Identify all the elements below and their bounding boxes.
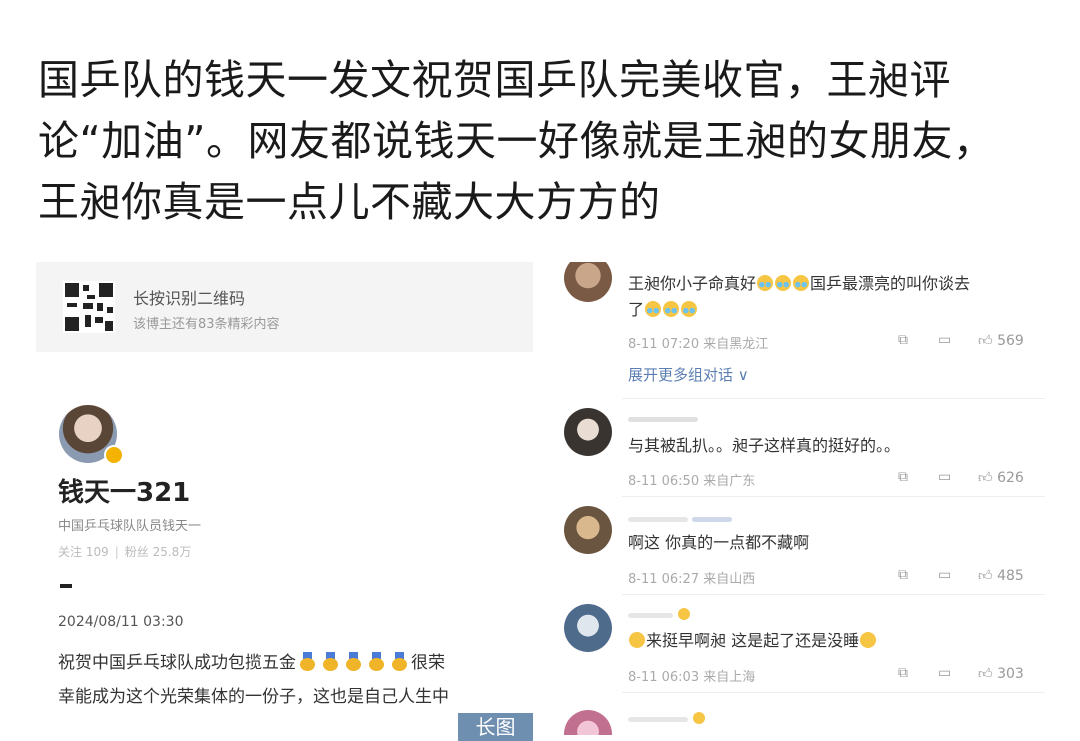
reply-icon[interactable]: ▭ — [938, 665, 951, 681]
laughing-emoji-icon — [860, 632, 877, 648]
user-bio: 中国乒乓球队队员钱天一 — [58, 519, 202, 534]
comment-text: 来挺早啊昶 这是起了还是没睡 — [628, 628, 1038, 654]
crying-emoji-icon — [793, 275, 810, 291]
gold-medal-icon — [369, 652, 384, 671]
post-text: 很荣 — [411, 653, 445, 673]
comment-meta: 8-11 06:27 来自山西 — [628, 572, 756, 587]
thumbs-up-icon: 👍︎ — [978, 666, 993, 682]
like-button[interactable]: 👍︎ 303 — [978, 665, 1024, 682]
comment-text: 王昶你小子命真好 国乒最漂亮的叫你谈去 了 — [628, 274, 971, 319]
like-button[interactable]: 👍︎ 485 — [978, 567, 1024, 584]
stats-divider: | — [114, 545, 119, 559]
qr-code-icon — [63, 281, 115, 333]
like-count: 485 — [997, 568, 1024, 584]
comments-screenshot: 王昶你小子命真好 国乒最漂亮的叫你谈去 了 8-11 07:20 来自黑龙江 ⧉ … — [560, 262, 1045, 735]
emoji-icon — [677, 608, 690, 620]
commenter-avatar[interactable] — [564, 506, 612, 554]
share-icon[interactable]: ⧉ — [898, 332, 908, 348]
qr-title: 长按识别二维码 — [133, 289, 246, 308]
commenter-avatar[interactable] — [564, 710, 612, 735]
commenter-name[interactable] — [628, 512, 732, 524]
reply-icon[interactable]: ▭ — [938, 469, 951, 485]
comment-meta: 8-11 07:20 来自黑龙江 — [628, 337, 769, 352]
share-icon[interactable]: ⧉ — [898, 567, 908, 583]
comment-text: 与其被乱扒。。昶子这样真的挺好的。。 — [628, 436, 901, 455]
user-stats: 关注 109 | 粉丝 25.8万 — [58, 543, 191, 560]
reply-icon[interactable]: ▭ — [938, 567, 951, 583]
follow-count[interactable]: 关注 109 — [58, 545, 109, 559]
qr-subtitle: 该博主还有83条精彩内容 — [133, 317, 280, 332]
crying-emoji-icon — [757, 275, 774, 291]
post-body: 祝贺中国乒乓球队成功包揽五金 很荣 幸能成为这个光荣集体的一份子，这也是自己人生中 — [58, 646, 528, 714]
thumbs-up-icon: 👍︎ — [978, 568, 993, 584]
comment-text: 啊这 你真的一点都不藏啊 — [628, 533, 810, 552]
long-image-button[interactable]: 长图 — [458, 713, 533, 741]
commenter-name[interactable] — [628, 608, 691, 620]
headline-line-1: 国乒队的钱天一发文祝贺国乒队完美收官，王昶评 — [38, 56, 951, 104]
comment-meta: 8-11 06:03 来自上海 — [628, 670, 756, 685]
username[interactable]: 钱天一321 — [58, 472, 190, 509]
reply-icon[interactable]: ▭ — [938, 332, 951, 348]
headline-line-3: 王昶你真是一点儿不藏大大方方的 — [38, 178, 661, 226]
post-line-1: 祝贺中国乒乓球队成功包揽五金 很荣 — [58, 646, 528, 680]
emoji-icon — [692, 712, 705, 724]
post-headline: 国乒队的钱天一发文祝贺国乒队完美收官，王昶评 论“加油”。网友都说钱天一好像就是… — [38, 50, 1048, 233]
like-button[interactable]: 👍︎ 626 — [978, 469, 1024, 486]
commenter-avatar[interactable] — [564, 604, 612, 652]
verified-badge-icon — [104, 445, 124, 465]
commenter-avatar[interactable] — [564, 408, 612, 456]
thumbs-up-icon: 👍︎ — [978, 333, 993, 349]
fans-count[interactable]: 粉丝 25.8万 — [125, 545, 192, 559]
post-text: 祝贺中国乒乓球队成功包揽五金 — [58, 653, 296, 673]
post-date: 2024/08/11 03:30 — [58, 614, 184, 630]
qr-code-banner[interactable]: 长按识别二维码 该博主还有83条精彩内容 — [36, 262, 533, 352]
comment-divider — [622, 496, 1045, 497]
weibo-post-screenshot: 长按识别二维码 该博主还有83条精彩内容 钱天一321 中国乒乓球队队员钱天一 … — [36, 262, 533, 735]
gold-medal-icon — [323, 652, 338, 671]
share-icon[interactable]: ⧉ — [898, 665, 908, 681]
commenter-avatar[interactable] — [564, 262, 612, 302]
like-count: 626 — [997, 470, 1024, 486]
crying-emoji-icon — [775, 275, 792, 291]
crying-emoji-icon — [645, 301, 662, 317]
laughing-emoji-icon — [629, 632, 645, 648]
comment-divider — [622, 398, 1045, 399]
post-line-2: 幸能成为这个光荣集体的一份子，这也是自己人生中 — [58, 687, 449, 707]
gold-medal-icon — [300, 652, 315, 671]
like-count: 569 — [997, 333, 1024, 349]
thumbs-up-icon: 👍︎ — [978, 470, 993, 486]
commenter-name[interactable] — [628, 412, 698, 424]
gold-medal-icon — [346, 652, 361, 671]
like-button[interactable]: 👍︎ 569 — [978, 332, 1024, 349]
divider-dash — [60, 584, 72, 588]
commenter-name[interactable] — [628, 712, 706, 724]
share-icon[interactable]: ⧉ — [898, 469, 908, 485]
expand-replies-link[interactable]: 展开更多组对话 ∨ — [628, 364, 749, 385]
like-count: 303 — [997, 666, 1024, 682]
comment-divider — [622, 692, 1045, 693]
headline-line-2: 论“加油”。网友都说钱天一好像就是王昶的女朋友， — [38, 117, 995, 165]
gold-medal-icon — [392, 652, 407, 671]
comment-divider — [622, 594, 1045, 595]
crying-emoji-icon — [663, 301, 680, 317]
comment-meta: 8-11 06:50 来自广东 — [628, 474, 756, 489]
crying-emoji-icon — [681, 301, 698, 317]
